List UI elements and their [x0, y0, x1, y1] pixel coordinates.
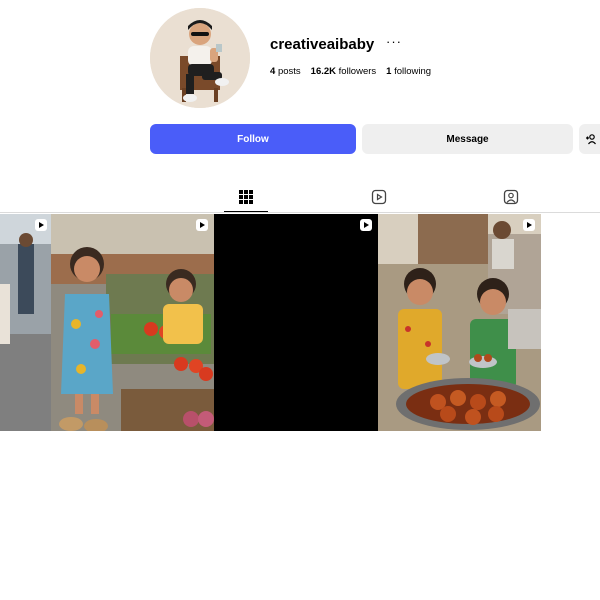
post-tile-3[interactable] [214, 214, 378, 431]
avatar-illustration [150, 8, 250, 108]
posts-stat: 4 posts [270, 66, 301, 77]
post-tile-1[interactable] [0, 214, 51, 431]
reel-icon [196, 219, 208, 231]
more-options-icon[interactable]: ··· [386, 34, 402, 49]
profile-avatar[interactable] [150, 8, 250, 108]
reel-icon [360, 219, 372, 231]
posts-label: posts [277, 66, 301, 77]
profile-stats: 4 posts 16.2K followers 1 following [270, 66, 431, 77]
followers-count: 16.2K [310, 66, 337, 77]
followers-label: followers [338, 66, 377, 77]
following-count: 1 [386, 66, 392, 77]
add-user-button[interactable] [579, 124, 600, 154]
add-user-icon [586, 134, 596, 145]
following-label: following [394, 66, 432, 77]
username[interactable]: creativeaibaby [270, 36, 374, 53]
followers-stat[interactable]: 16.2K followers [311, 66, 377, 77]
reel-icon [523, 219, 535, 231]
post-thumbnail-1 [0, 214, 51, 431]
tagged-icon [503, 189, 519, 205]
tabs-divider [0, 212, 600, 213]
message-button[interactable]: Message [362, 124, 573, 154]
tab-tagged[interactable] [499, 186, 523, 208]
post-tile-2[interactable] [51, 214, 214, 431]
tab-posts[interactable] [234, 186, 258, 208]
post-thumbnail-4 [378, 214, 541, 431]
post-tile-4[interactable] [378, 214, 541, 431]
follow-button[interactable]: Follow [150, 124, 356, 154]
grid-icon [239, 190, 253, 204]
post-thumbnail-2 [51, 214, 214, 431]
reel-icon [35, 219, 47, 231]
tab-reels[interactable] [367, 186, 391, 208]
reels-icon [371, 189, 387, 205]
posts-count: 4 [270, 66, 276, 77]
following-stat[interactable]: 1 following [386, 66, 431, 77]
